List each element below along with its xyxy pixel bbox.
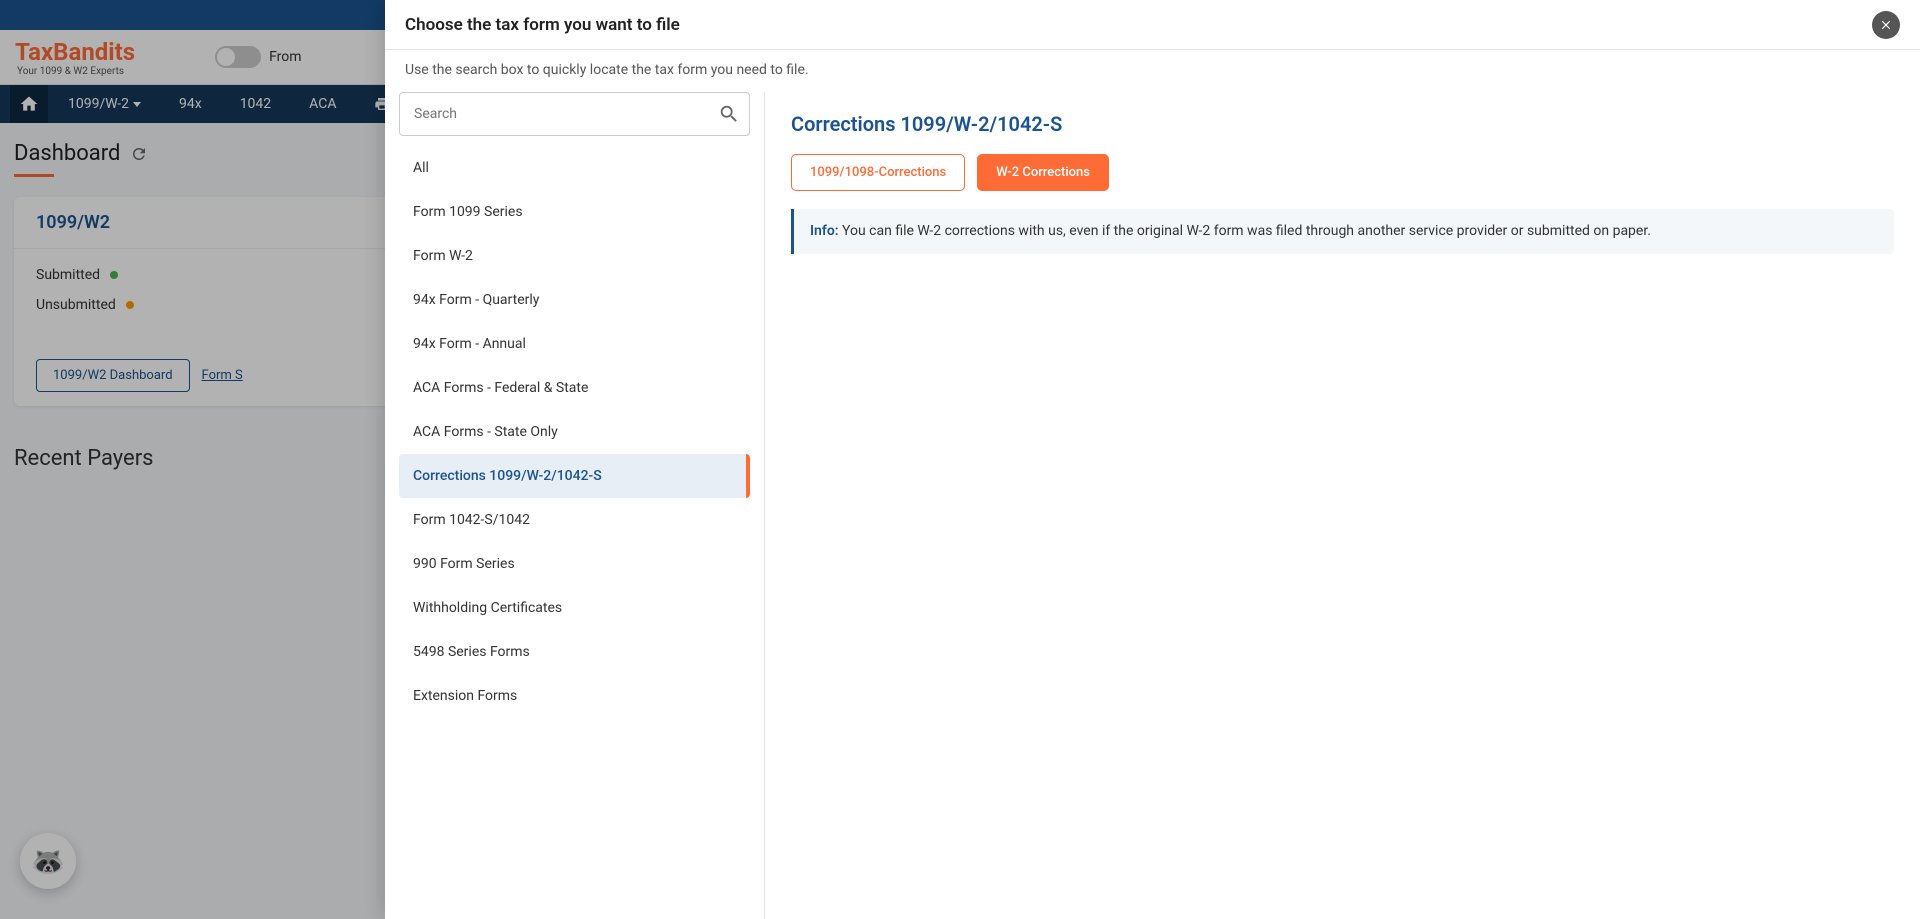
- category-item[interactable]: 94x Form - Annual: [399, 322, 750, 366]
- category-item[interactable]: Form W-2: [399, 234, 750, 278]
- chip-1099-corrections[interactable]: 1099/1098-Corrections: [791, 154, 965, 191]
- category-item[interactable]: Corrections 1099/W-2/1042-S: [399, 454, 750, 498]
- chip-w2-corrections[interactable]: W-2 Corrections: [977, 154, 1109, 191]
- close-icon: [1879, 18, 1893, 32]
- category-item[interactable]: 5498 Series Forms: [399, 630, 750, 674]
- info-text: You can file W-2 corrections with us, ev…: [839, 223, 1651, 239]
- detail-title: Corrections 1099/W-2/1042-S: [791, 112, 1894, 136]
- category-item[interactable]: 990 Form Series: [399, 542, 750, 586]
- search-icon[interactable]: [718, 103, 740, 125]
- category-item[interactable]: 94x Form - Quarterly: [399, 278, 750, 322]
- category-item[interactable]: All: [399, 146, 750, 190]
- category-item[interactable]: ACA Forms - State Only: [399, 410, 750, 454]
- info-banner: Info: You can file W-2 corrections with …: [791, 209, 1894, 254]
- form-details-pane: Corrections 1099/W-2/1042-S 1099/1098-Co…: [765, 92, 1920, 919]
- category-item[interactable]: Form 1099 Series: [399, 190, 750, 234]
- form-chooser-modal: Choose the tax form you want to file Use…: [385, 0, 1920, 919]
- category-sidebar: AllForm 1099 SeriesForm W-294x Form - Qu…: [385, 92, 765, 919]
- category-item[interactable]: Extension Forms: [399, 674, 750, 718]
- category-item[interactable]: Withholding Certificates: [399, 586, 750, 630]
- close-button[interactable]: [1872, 11, 1900, 39]
- category-item[interactable]: ACA Forms - Federal & State: [399, 366, 750, 410]
- category-item[interactable]: Form 1042-S/1042: [399, 498, 750, 542]
- search-input[interactable]: [399, 92, 750, 136]
- modal-subtitle: Use the search box to quickly locate the…: [385, 50, 1920, 92]
- info-label: Info:: [810, 223, 839, 239]
- modal-title: Choose the tax form you want to file: [405, 15, 680, 35]
